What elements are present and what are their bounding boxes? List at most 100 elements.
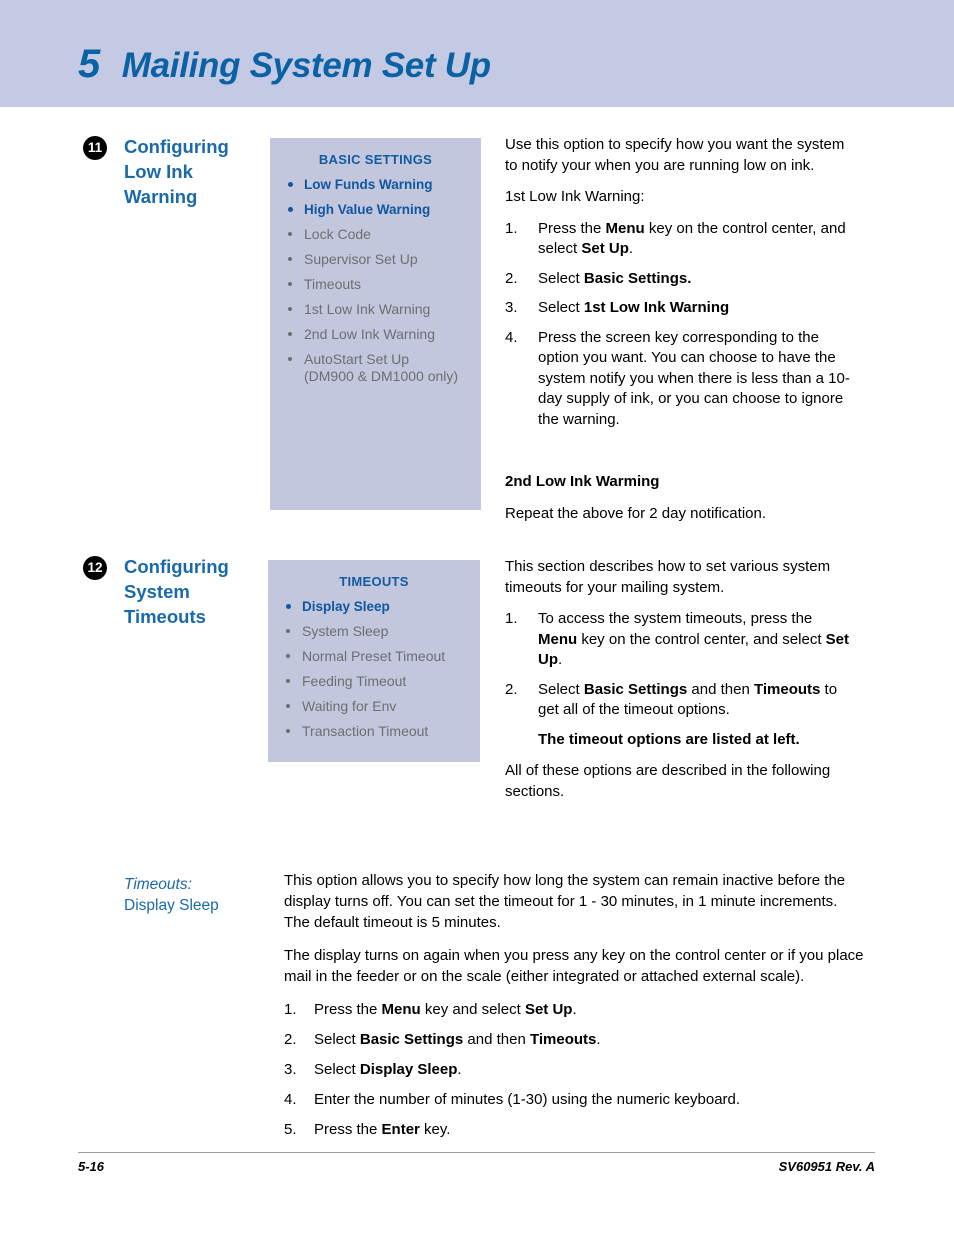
list-item[interactable]: Normal Preset Timeout — [280, 648, 468, 665]
bullet-icon — [288, 307, 292, 311]
step-number: 1. — [284, 1001, 297, 1018]
step-text: Press the screen key corresponding to th… — [538, 328, 850, 428]
step-item: 2. Select Basic Settings and then Timeou… — [505, 680, 850, 751]
list-item[interactable]: Supervisor Set Up — [282, 251, 469, 268]
step-text-bold2: Set Up — [581, 240, 629, 257]
step-text-pre: Select — [314, 1061, 360, 1078]
page-content: 11 Configuring Low Ink Warning BASIC SET… — [0, 107, 954, 1235]
step-number: 2. — [505, 269, 518, 287]
chapter-title: 5 Mailing System Set Up — [78, 42, 491, 87]
list-item[interactable]: Lock Code — [282, 226, 469, 243]
chapter-number: 5 — [78, 42, 100, 86]
bullet-icon — [286, 729, 290, 733]
section-heading-12: Configuring System Timeouts — [124, 556, 229, 627]
list-item[interactable]: Display Sleep — [280, 598, 468, 615]
subsection-steps-list: 1. Press the Menu key and select Set Up.… — [284, 999, 864, 1140]
footer-document-id: SV60951 Rev. A — [778, 1159, 875, 1174]
step-text-mid: key and select — [420, 1001, 525, 1018]
subsection-paragraph: The display turns on again when you pres… — [284, 947, 864, 985]
step-text-mid: and then — [687, 680, 754, 698]
step-text-mid: key. — [419, 1121, 451, 1138]
callout-list-timeouts: Display Sleep System Sleep Normal Preset… — [280, 598, 468, 740]
chapter-header-band: 5 Mailing System Set Up — [0, 0, 954, 107]
outro-paragraph: All of these options are described in th… — [505, 762, 831, 800]
step-item: 2. Select Basic Settings and then Timeou… — [284, 1029, 864, 1050]
step-text: Press the Menu key on the control center… — [538, 220, 846, 258]
step-number: 4. — [505, 328, 518, 346]
step-number: 5. — [284, 1121, 297, 1138]
bullet-icon — [286, 629, 290, 633]
steps-list-11: 1. Press the Menu key on the control cen… — [505, 219, 850, 431]
step-text: Select Basic Settings and then Timeouts … — [538, 681, 837, 719]
callout-title-basic-settings: BASIC SETTINGS — [318, 152, 433, 167]
step-text: Select Basic Settings and then Timeouts. — [314, 1031, 601, 1048]
list-item[interactable]: Waiting for Env — [280, 698, 468, 715]
callout-item-label: Display Sleep — [302, 599, 390, 614]
list-item[interactable]: Timeouts — [282, 276, 469, 293]
step-item: 2. Select Basic Settings. — [505, 269, 850, 290]
bullet-icon — [288, 357, 292, 361]
callout-item-label: Transaction Timeout — [302, 723, 429, 739]
step-text-bold1: 1st Low Ink Warning — [583, 299, 730, 316]
step-item: 4. Enter the number of minutes (1-30) us… — [284, 1089, 864, 1110]
callout-item-label: Normal Preset Timeout — [302, 648, 446, 664]
step-text-post: . — [558, 651, 563, 668]
section-badge-11: 11 — [83, 136, 107, 160]
step-item: 1. Press the Menu key and select Set Up. — [284, 999, 864, 1020]
list-item[interactable]: 1st Low Ink Warning — [282, 301, 469, 318]
subsection-label: Timeouts: Display Sleep — [124, 874, 264, 916]
list-item[interactable]: Feeding Timeout — [280, 673, 468, 690]
intro-paragraph: Use this option to specify how you want … — [505, 136, 845, 174]
list-item[interactable]: Transaction Timeout — [280, 723, 468, 740]
callout-item-sublabel: (DM900 & DM1000 only) — [304, 368, 459, 384]
list-item[interactable]: 2nd Low Ink Warning — [282, 326, 469, 343]
trailing-text: Repeat the above for 2 day notification. — [505, 504, 767, 522]
step-text: Enter the number of minutes (1-30) using… — [314, 1091, 741, 1108]
callout-item-label: Lock Code — [304, 226, 371, 242]
callout-item-label: Feeding Timeout — [302, 673, 407, 689]
callout-item-label: 2nd Low Ink Warning — [304, 326, 435, 342]
callout-item-label: 1st Low Ink Warning — [304, 301, 431, 317]
callout-timeouts: TIMEOUTS Display Sleep System Sleep Norm… — [268, 560, 480, 762]
step-item: 5. Press the Enter key. — [284, 1119, 864, 1140]
subsection-label-italic: Timeouts: — [124, 876, 192, 893]
step-text: Select Basic Settings. — [538, 270, 691, 287]
chapter-title-text: Mailing System Set Up — [121, 46, 491, 85]
step-item: 3. Select 1st Low Ink Warning — [505, 298, 850, 319]
step-number: 4. — [284, 1091, 297, 1108]
step-text-mid: and then — [463, 1031, 530, 1048]
step-text-pre: To access the system timeouts, press the — [538, 610, 813, 627]
step-text-bold2: Timeouts — [529, 1031, 597, 1048]
list-item[interactable]: AutoStart Set Up (DM900 & DM1000 only) — [282, 351, 469, 385]
step-text-bold1: Basic Settings — [359, 1031, 464, 1048]
bullet-icon — [286, 604, 291, 609]
step-text-bold1: Basic Settings — [583, 680, 688, 698]
bullet-icon — [288, 257, 292, 261]
step-text-bold1: Menu — [538, 630, 578, 648]
step-text: To access the system timeouts, press the… — [538, 610, 849, 668]
step-text-pre: Select — [538, 680, 584, 698]
trailing-heading: 2nd Low Ink Warming — [505, 473, 660, 490]
bullet-icon — [288, 207, 293, 212]
step-text-pre: Select — [538, 269, 584, 287]
subsection-body: This option allows you to specify how lo… — [284, 870, 864, 1149]
callout-item-label: System Sleep — [302, 623, 389, 639]
bullet-icon — [286, 704, 290, 708]
step-text-pre: Press the — [314, 1121, 382, 1138]
step-text-post: . — [628, 240, 634, 257]
list-item[interactable]: Low Funds Warning — [282, 176, 469, 193]
list-item[interactable]: System Sleep — [280, 623, 468, 640]
step-text-bold2: Timeouts — [753, 680, 821, 698]
step-item: 3. Select Display Sleep. — [284, 1059, 864, 1080]
list-item[interactable]: High Value Warning — [282, 201, 469, 218]
step-text: Press the Menu key and select Set Up. — [314, 1001, 577, 1018]
step-number: 1. — [505, 610, 518, 627]
step-text-post: . — [457, 1061, 462, 1078]
bullet-icon — [288, 182, 293, 187]
step-number: 2. — [505, 680, 518, 698]
callout-title-timeouts: TIMEOUTS — [339, 574, 409, 589]
step-text-bold1: Display Sleep — [359, 1061, 458, 1078]
bullet-icon — [288, 232, 292, 236]
step-text-bold2: Set Up — [524, 1001, 573, 1018]
step-number: 1. — [505, 219, 518, 237]
